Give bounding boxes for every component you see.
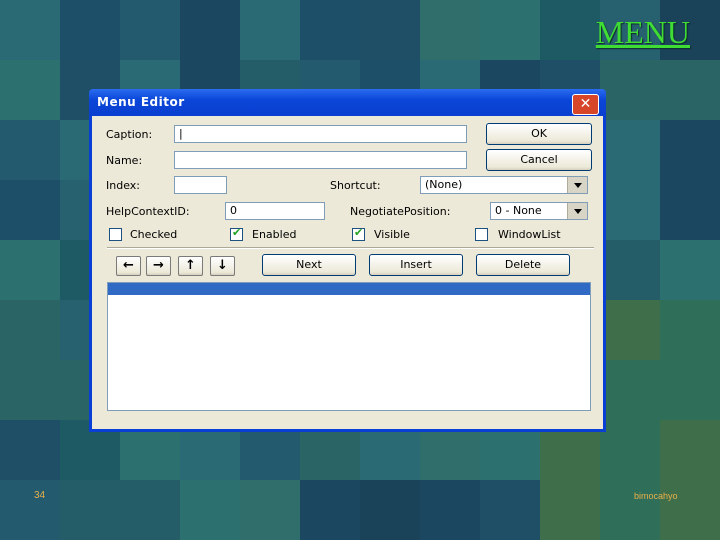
move-left-button[interactable]: ← <box>116 256 141 276</box>
visible-checkbox[interactable] <box>352 226 365 241</box>
background-tile <box>660 60 720 120</box>
background-tile <box>660 180 720 240</box>
arrow-right-icon: → <box>153 258 164 273</box>
move-down-button[interactable]: ↓ <box>210 256 235 276</box>
caption-input[interactable]: | <box>174 125 467 143</box>
background-tile <box>120 480 180 540</box>
visible-label: Visible <box>374 228 410 241</box>
dialog-titlebar[interactable]: Menu Editor ✕ <box>89 89 606 116</box>
background-tile <box>600 60 660 120</box>
enabled-label: Enabled <box>252 228 297 241</box>
negotiateposition-value: 0 - None <box>495 204 542 217</box>
background-tile <box>540 480 600 540</box>
background-tile <box>0 180 60 240</box>
background-tile <box>660 240 720 300</box>
next-button[interactable]: Next <box>262 254 356 276</box>
helpcontextid-label: HelpContextID: <box>106 205 190 218</box>
background-tile <box>360 480 420 540</box>
checked-checkbox[interactable] <box>109 228 122 241</box>
background-tile <box>0 300 60 360</box>
enabled-checkbox[interactable] <box>230 226 243 241</box>
dialog-title: Menu Editor <box>97 95 185 109</box>
delete-button[interactable]: Delete <box>476 254 570 276</box>
move-right-button[interactable]: → <box>146 256 171 276</box>
background-tile <box>0 0 60 60</box>
negotiateposition-label: NegotiatePosition: <box>350 205 451 218</box>
background-tile <box>180 0 240 60</box>
name-input[interactable] <box>174 151 467 169</box>
background-tile <box>0 360 60 420</box>
move-up-button[interactable]: ↑ <box>178 256 203 276</box>
background-tile <box>660 420 720 480</box>
shortcut-label: Shortcut: <box>330 179 381 192</box>
arrow-left-icon: ← <box>123 258 134 273</box>
dialog-client: Caption: | OK Name: Cancel Index: Shortc… <box>92 116 603 429</box>
shortcut-select[interactable]: (None) <box>420 176 588 194</box>
slide-title: MENU <box>595 14 690 50</box>
background-tile <box>0 480 60 540</box>
background-tile <box>600 300 660 360</box>
background-tile <box>120 0 180 60</box>
background-tile <box>300 0 360 60</box>
background-tile <box>420 480 480 540</box>
background-tile <box>0 420 60 480</box>
cancel-button[interactable]: Cancel <box>486 149 592 171</box>
windowlist-checkbox[interactable] <box>475 228 488 241</box>
background-tile <box>600 360 660 420</box>
background-tile <box>60 0 120 60</box>
insert-button[interactable]: Insert <box>369 254 463 276</box>
menu-editor-dialog: Menu Editor ✕ Caption: | OK Name: Cancel… <box>89 89 606 432</box>
chevron-down-icon[interactable] <box>567 203 587 219</box>
background-tile <box>180 480 240 540</box>
background-tile <box>660 480 720 540</box>
list-item-selected[interactable] <box>108 283 590 295</box>
caption-label: Caption: <box>106 128 153 141</box>
arrow-up-icon: ↑ <box>185 258 196 273</box>
background-tile <box>600 120 660 180</box>
ok-button[interactable]: OK <box>486 123 592 145</box>
chevron-down-icon[interactable] <box>567 177 587 193</box>
background-tile <box>660 120 720 180</box>
background-tile <box>0 240 60 300</box>
slide-number: 34 <box>34 490 46 501</box>
arrow-down-icon: ↓ <box>217 258 228 273</box>
background-tile <box>600 420 660 480</box>
slide-author: bimocahyo <box>634 491 678 501</box>
shortcut-value: (None) <box>425 178 463 191</box>
background-tile <box>660 360 720 420</box>
background-tile <box>240 480 300 540</box>
windowlist-label: WindowList <box>498 228 561 241</box>
close-button[interactable]: ✕ <box>572 94 599 115</box>
background-tile <box>0 60 60 120</box>
checked-label: Checked <box>130 228 178 241</box>
background-tile <box>360 0 420 60</box>
close-icon: ✕ <box>579 96 592 112</box>
background-tile <box>300 480 360 540</box>
negotiateposition-select[interactable]: 0 - None <box>490 202 588 220</box>
index-input[interactable] <box>174 176 227 194</box>
background-tile <box>540 0 600 60</box>
menu-items-list[interactable] <box>107 282 591 411</box>
name-label: Name: <box>106 154 143 167</box>
background-tile <box>240 0 300 60</box>
index-label: Index: <box>106 179 140 192</box>
background-tile <box>420 0 480 60</box>
background-tile <box>600 180 660 240</box>
background-tile <box>480 0 540 60</box>
background-tile <box>480 480 540 540</box>
background-tile <box>0 120 60 180</box>
background-tile <box>60 480 120 540</box>
background-tile <box>600 240 660 300</box>
separator <box>107 247 594 249</box>
background-tile <box>600 480 660 540</box>
background-tile <box>660 300 720 360</box>
helpcontextid-input[interactable]: 0 <box>225 202 325 220</box>
